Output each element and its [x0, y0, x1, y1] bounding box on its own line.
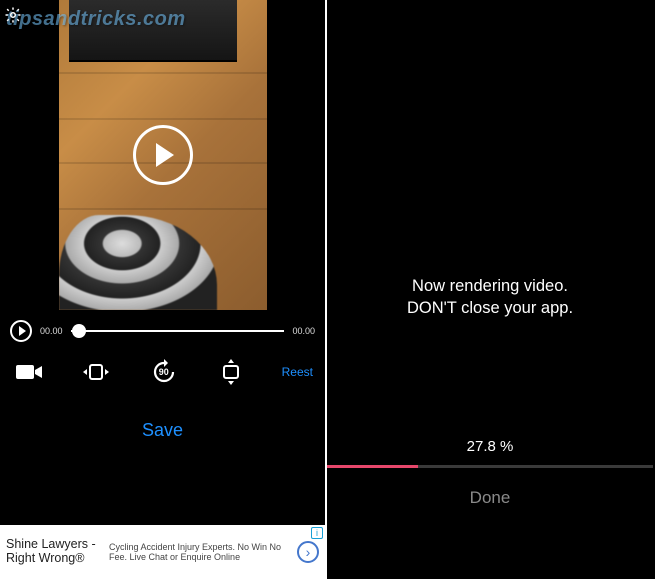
current-time: 00.00: [40, 326, 63, 336]
play-button[interactable]: [10, 320, 32, 342]
rendering-screen: Now rendering video. DON'T close your ap…: [327, 0, 653, 579]
video-editor-screen: 00.00 00.00: [0, 0, 327, 579]
ad-arrow-icon[interactable]: ›: [297, 541, 319, 563]
ad-title-line2: Right Wrong®: [6, 552, 101, 566]
camera-icon: [15, 362, 43, 382]
rotate-degree-label: 90: [159, 367, 169, 377]
tools-row: 90 Reest: [0, 348, 325, 394]
rendering-message-line2: DON'T close your app.: [327, 297, 653, 319]
rotate-90-button[interactable]: 90: [147, 358, 181, 386]
ad-body: Cycling Accident Injury Experts. No Win …: [109, 542, 289, 563]
scrubber-row: 00.00 00.00: [0, 310, 325, 348]
total-time: 00.00: [292, 326, 315, 336]
progress-fill: [327, 465, 418, 468]
seek-track[interactable]: [71, 330, 285, 332]
ad-banner[interactable]: i Shine Lawyers - Right Wrong® Cycling A…: [0, 525, 325, 579]
flip-horizontal-button[interactable]: [79, 358, 113, 386]
play-icon: [156, 143, 174, 167]
progress-percent: 27.8 %: [327, 438, 653, 455]
video-preview-area: [0, 0, 325, 310]
flip-vertical-icon: [218, 357, 244, 387]
done-button[interactable]: Done: [470, 488, 511, 507]
reset-button[interactable]: Reest: [282, 365, 313, 379]
rendering-message: Now rendering video. DON'T close your ap…: [327, 275, 653, 320]
video-preview[interactable]: [59, 0, 267, 310]
ad-info-badge[interactable]: i: [311, 527, 323, 539]
camera-button[interactable]: [12, 358, 46, 386]
progress-bar: [327, 465, 653, 468]
play-icon: [19, 326, 26, 336]
rendering-message-line1: Now rendering video.: [327, 275, 653, 297]
flip-vertical-button[interactable]: [214, 358, 248, 386]
ad-title: Shine Lawyers -: [6, 538, 101, 552]
save-button[interactable]: Save: [142, 420, 183, 440]
gear-icon: [4, 6, 22, 24]
play-overlay-button[interactable]: [133, 125, 193, 185]
flip-horizontal-icon: [81, 359, 111, 385]
seek-thumb[interactable]: [72, 324, 86, 338]
